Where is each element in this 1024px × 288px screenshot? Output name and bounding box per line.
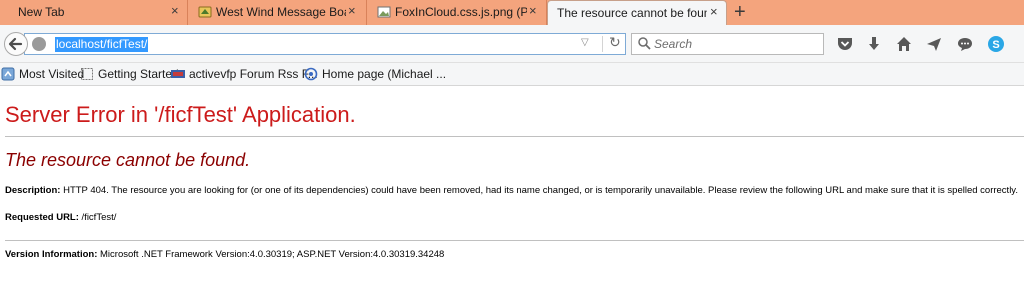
url-bar[interactable]: localhost/ficfTest/ ▽ ↻ bbox=[24, 33, 626, 55]
bookmark-label: Most Visited bbox=[19, 67, 85, 81]
bookmark-label: activevfp Forum Rss F... bbox=[189, 67, 318, 81]
divider bbox=[5, 240, 1024, 241]
requested-url-value: /ficfTest/ bbox=[81, 212, 117, 223]
bookmark-getting-started[interactable]: Getting Started bbox=[80, 66, 179, 82]
close-icon[interactable]: × bbox=[529, 3, 537, 19]
tab-new-tab[interactable]: New Tab × bbox=[0, 0, 188, 25]
version-information: Version Information: Microsoft .NET Fram… bbox=[5, 249, 444, 260]
back-arrow-icon bbox=[8, 37, 23, 51]
divider bbox=[5, 136, 1024, 137]
back-button[interactable] bbox=[4, 32, 28, 56]
rss-icon bbox=[171, 70, 185, 78]
new-tab-button[interactable]: + bbox=[734, 1, 746, 23]
url-dropdown-icon[interactable]: ▽ bbox=[581, 37, 589, 48]
description-label: Description: bbox=[5, 185, 61, 196]
bookmarks-toolbar: Most Visited Getting Started activevfp F… bbox=[0, 63, 1024, 86]
bookmark-label: Home page (Michael ... bbox=[322, 67, 447, 81]
search-input[interactable]: Search bbox=[654, 37, 692, 51]
bookmark-label: Getting Started bbox=[98, 67, 179, 81]
svg-text:S: S bbox=[992, 39, 999, 51]
chat-icon[interactable] bbox=[956, 35, 974, 53]
skype-icon[interactable]: S bbox=[987, 35, 1005, 53]
west-wind-favicon-icon bbox=[198, 6, 212, 18]
home-icon[interactable] bbox=[895, 35, 913, 53]
version-value: Microsoft .NET Framework Version:4.0.303… bbox=[100, 249, 445, 260]
tab-foxincloud-image[interactable]: FoxInCloud.css.js.png (PN... × bbox=[367, 0, 547, 25]
image-favicon-icon bbox=[377, 6, 391, 18]
home-page-icon bbox=[304, 67, 318, 81]
tab-strip: New Tab × West Wind Message Board × FoxI… bbox=[0, 0, 1024, 25]
navigation-toolbar: localhost/ficfTest/ ▽ ↻ Search S bbox=[0, 25, 1024, 63]
error-subtitle: The resource cannot be found. bbox=[5, 150, 251, 170]
download-icon[interactable] bbox=[865, 35, 883, 53]
bookmark-most-visited[interactable]: Most Visited bbox=[1, 66, 85, 82]
bookmark-home-page[interactable]: Home page (Michael ... bbox=[304, 66, 446, 82]
requested-url-label: Requested URL: bbox=[5, 212, 79, 223]
page-icon bbox=[81, 68, 93, 80]
version-label: Version Information: bbox=[5, 249, 98, 260]
reload-icon[interactable]: ↻ bbox=[609, 34, 621, 51]
page-content: Server Error in '/ficfTest' Application.… bbox=[0, 87, 1024, 288]
tab-west-wind[interactable]: West Wind Message Board × bbox=[188, 0, 367, 25]
description-text: HTTP 404. The resource you are looking f… bbox=[63, 185, 1018, 196]
url-separator bbox=[602, 36, 603, 52]
search-bar[interactable]: Search bbox=[631, 33, 824, 55]
error-description: Description: HTTP 404. The resource you … bbox=[5, 185, 1018, 196]
page-title: Server Error in '/ficfTest' Application. bbox=[5, 102, 356, 127]
globe-icon bbox=[32, 37, 46, 51]
bookmark-activevfp-forum[interactable]: activevfp Forum Rss F... bbox=[171, 66, 318, 82]
tab-resource-not-found[interactable]: The resource cannot be found. × bbox=[547, 0, 727, 25]
url-input[interactable]: localhost/ficfTest/ bbox=[55, 37, 149, 52]
send-icon[interactable] bbox=[925, 35, 943, 53]
close-icon[interactable]: × bbox=[710, 4, 718, 20]
search-icon bbox=[638, 37, 651, 50]
close-icon[interactable]: × bbox=[348, 3, 356, 19]
tab-label: New Tab bbox=[18, 5, 65, 19]
pocket-icon[interactable] bbox=[836, 35, 854, 53]
requested-url: Requested URL: /ficfTest/ bbox=[5, 212, 116, 223]
tab-label: The resource cannot be found. bbox=[557, 6, 707, 20]
tab-label: FoxInCloud.css.js.png (PN... bbox=[395, 5, 527, 19]
most-visited-icon bbox=[1, 67, 15, 81]
close-icon[interactable]: × bbox=[171, 3, 179, 19]
tab-label: West Wind Message Board bbox=[216, 5, 346, 19]
